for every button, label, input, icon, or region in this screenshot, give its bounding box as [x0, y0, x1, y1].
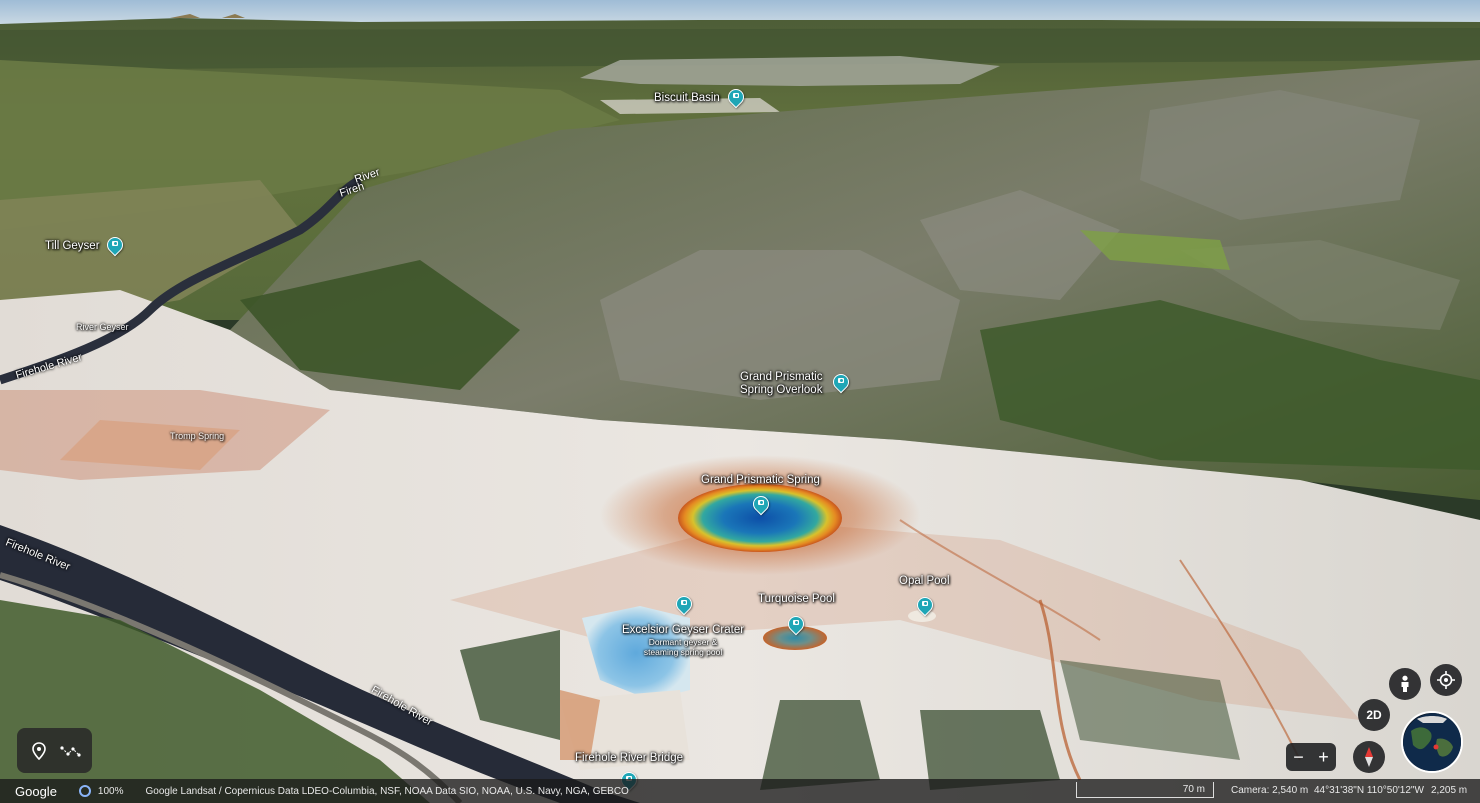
excelsior-pin-icon[interactable]: [672, 592, 696, 616]
place-label: Biscuit Basin: [654, 92, 720, 104]
place-till-geyser[interactable]: Till Geyser: [45, 240, 100, 253]
scale-bar[interactable]: 70 m: [1076, 782, 1214, 798]
place-tromp-spring[interactable]: Tromp Spring: [170, 430, 224, 443]
place-turquoise-pool[interactable]: Turquoise Pool: [758, 593, 835, 606]
place-label: Tromp Spring: [170, 431, 225, 441]
place-grand-prismatic-spring[interactable]: Grand Prismatic Spring: [701, 474, 820, 487]
place-label-line2: Spring Overlook: [740, 384, 823, 396]
zoom-in-button[interactable]: +: [1313, 744, 1335, 770]
google-logo: Google: [15, 783, 57, 799]
place-label: Excelsior Geyser Crater: [622, 624, 745, 636]
terrain-imagery: [0, 0, 1480, 803]
place-grand-prismatic-overlook[interactable]: Grand Prismatic Spring Overlook: [740, 371, 822, 397]
scale-label: 70 m: [1182, 784, 1205, 795]
place-sub-2: steaming spring pool: [643, 647, 723, 657]
zoom-out-button[interactable]: −: [1288, 744, 1310, 770]
place-river-geyser[interactable]: River Geyser: [76, 321, 129, 334]
load-percent: 100%: [97, 785, 124, 797]
person-icon: [1401, 675, 1409, 692]
tools-panel: [17, 728, 92, 773]
place-label: Grand Prismatic Spring: [701, 474, 820, 486]
opal-pin-icon[interactable]: [913, 593, 937, 617]
globe-overview[interactable]: [1401, 711, 1463, 773]
overlook-pin-icon[interactable]: [829, 370, 853, 394]
pegman-button[interactable]: [1389, 668, 1421, 700]
turquoise-pin-icon[interactable]: [784, 612, 808, 636]
place-label: Opal Pool: [899, 575, 950, 587]
status-bar: Google 100% Google Landsat / Copernicus …: [0, 779, 1480, 803]
place-label-line1: Grand Prismatic: [740, 371, 823, 383]
place-excelsior[interactable]: Excelsior Geyser Crater Dormant geyser &…: [622, 624, 744, 657]
place-opal-pool[interactable]: Opal Pool: [899, 575, 950, 588]
place-sub-1: Dormant geyser &: [648, 637, 718, 647]
measure-path-icon[interactable]: [58, 739, 82, 763]
elevation-readout: 2,205 m: [1431, 785, 1468, 796]
zoom-control: − +: [1286, 743, 1336, 771]
compass-button[interactable]: [1353, 741, 1385, 773]
terrain-view[interactable]: [0, 0, 1480, 803]
place-label: Firehole River Bridge: [575, 752, 684, 764]
grand-prismatic-pin-icon[interactable]: [749, 492, 773, 516]
compass-needle-icon: [1365, 747, 1373, 767]
place-firehole-bridge[interactable]: Firehole River Bridge: [575, 752, 683, 765]
attribution-text[interactable]: Google Landsat / Copernicus Data LDEO-Co…: [146, 786, 629, 797]
place-label: Turquoise Pool: [758, 593, 835, 605]
place-biscuit-basin[interactable]: Biscuit Basin: [654, 92, 720, 105]
view-2d-button[interactable]: 2D: [1358, 699, 1390, 731]
till-geyser-pin-icon[interactable]: [103, 233, 127, 257]
view-2d-label: 2D: [1366, 708, 1382, 722]
crosshair-icon: [1437, 671, 1455, 689]
place-label: River Geyser: [76, 322, 129, 332]
load-progress-icon: [78, 785, 91, 797]
location-pin-icon[interactable]: [27, 739, 51, 763]
biscuit-basin-pin-icon[interactable]: [724, 85, 748, 109]
place-label: Till Geyser: [45, 240, 100, 252]
my-location-button[interactable]: [1430, 664, 1462, 696]
coordinates-readout: 44°31'38"N 110°50'12"W: [1314, 785, 1424, 796]
camera-altitude: Camera: 2,540 m: [1231, 785, 1309, 796]
